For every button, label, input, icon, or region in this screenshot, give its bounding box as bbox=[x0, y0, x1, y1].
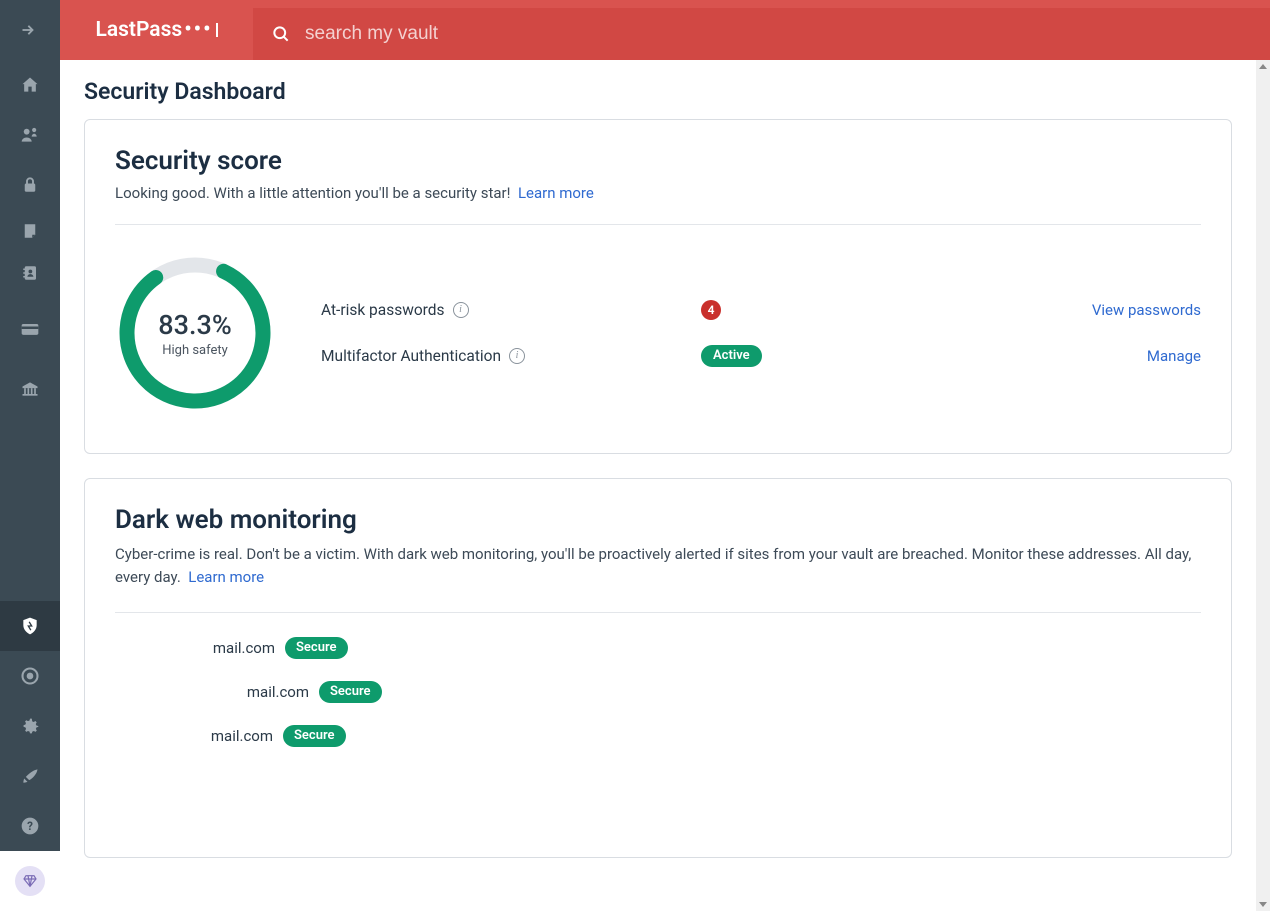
manage-mfa-link[interactable]: Manage bbox=[1147, 347, 1201, 365]
emergency-icon bbox=[20, 666, 40, 686]
sidebar-item-login[interactable] bbox=[0, 0, 60, 60]
sidebar-item-security-dashboard[interactable] bbox=[0, 601, 60, 651]
dark-web-learn-more-link[interactable]: Learn more bbox=[188, 568, 264, 586]
sidebar-item-rocket[interactable] bbox=[0, 751, 60, 801]
security-score-card: Security score Looking good. With a litt… bbox=[84, 119, 1232, 454]
monitored-email: mail.com bbox=[115, 727, 273, 745]
sidebar-item-premium[interactable] bbox=[0, 851, 60, 911]
security-shield-icon bbox=[20, 616, 40, 636]
dark-web-heading: Dark web monitoring bbox=[115, 505, 1201, 535]
dark-web-subtitle: Cyber-crime is real. Don't be a victim. … bbox=[115, 543, 1201, 590]
settings-icon bbox=[19, 715, 41, 737]
monitored-email: mail.com bbox=[115, 683, 309, 701]
email-status-badge: Secure bbox=[319, 681, 382, 703]
sidebar-item-share[interactable] bbox=[0, 110, 60, 160]
rocket-icon bbox=[20, 766, 40, 786]
divider bbox=[115, 224, 1201, 225]
sidebar-item-cards[interactable] bbox=[0, 304, 60, 354]
security-score-subtitle: Looking good. With a little attention yo… bbox=[115, 184, 1201, 202]
mfa-label: Multifactor Authentication bbox=[321, 347, 501, 365]
score-percent: 83.3% bbox=[158, 309, 231, 341]
monitored-email-row: mail.com Secure bbox=[115, 637, 1201, 659]
svg-text:?: ? bbox=[27, 819, 33, 833]
sidebar-item-home[interactable] bbox=[0, 60, 60, 110]
security-score-learn-more-link[interactable]: Learn more bbox=[518, 184, 594, 202]
help-icon: ? bbox=[20, 816, 40, 836]
dark-web-subtitle-text: Cyber-crime is real. Don't be a victim. … bbox=[115, 545, 1191, 586]
diamond-icon bbox=[22, 873, 38, 889]
sidebar-item-addresses[interactable] bbox=[0, 252, 60, 294]
view-passwords-link[interactable]: View passwords bbox=[1092, 301, 1201, 319]
search-bar[interactable] bbox=[253, 8, 1270, 60]
metric-mfa: Multifactor Authentication i Active Mana… bbox=[321, 344, 1201, 367]
at-risk-label: At-risk passwords bbox=[321, 301, 445, 319]
brand-dots: ••• bbox=[184, 18, 212, 42]
home-icon bbox=[20, 75, 40, 95]
brand-text: LastPass bbox=[95, 18, 182, 42]
search-icon bbox=[271, 24, 291, 44]
score-gauge: 83.3% High safety bbox=[115, 253, 275, 413]
score-rating: High safety bbox=[162, 343, 228, 358]
monitored-email: mail.com bbox=[115, 639, 275, 657]
share-icon bbox=[20, 125, 40, 145]
login-icon bbox=[20, 20, 40, 40]
at-risk-count-badge: 4 bbox=[701, 300, 721, 320]
monitored-email-row: mail.com Secure bbox=[115, 681, 1201, 703]
email-status-badge: Secure bbox=[283, 725, 346, 747]
email-status-badge: Secure bbox=[285, 637, 348, 659]
monitored-emails-list: mail.com Secure mail.com Secure mail.com… bbox=[115, 633, 1201, 747]
header: LastPass••• bbox=[60, 0, 1270, 60]
divider bbox=[115, 612, 1201, 613]
info-icon[interactable]: i bbox=[453, 302, 469, 318]
credit-card-icon bbox=[20, 319, 40, 339]
mfa-status-badge: Active bbox=[701, 345, 762, 367]
sidebar-item-notes[interactable] bbox=[0, 210, 60, 252]
note-icon bbox=[21, 222, 39, 240]
metric-at-risk: At-risk passwords i 4 View passwords bbox=[321, 299, 1201, 320]
address-book-icon bbox=[21, 264, 39, 282]
sidebar-item-bank[interactable] bbox=[0, 364, 60, 414]
info-icon[interactable]: i bbox=[509, 348, 525, 364]
sidebar-item-passwords[interactable] bbox=[0, 160, 60, 210]
lock-icon bbox=[21, 176, 39, 194]
bank-icon bbox=[20, 379, 40, 399]
sidebar-item-help[interactable]: ? bbox=[0, 801, 60, 851]
brand-cursor bbox=[216, 23, 218, 37]
main-content: Security Dashboard Security score Lookin… bbox=[60, 60, 1256, 911]
sidebar-item-emergency[interactable] bbox=[0, 651, 60, 701]
monitored-email-row: mail.com Secure bbox=[115, 725, 1201, 747]
dark-web-card: Dark web monitoring Cyber-crime is real.… bbox=[84, 478, 1232, 858]
search-input[interactable] bbox=[305, 23, 1252, 45]
sidebar: ? bbox=[0, 0, 60, 911]
security-score-subtitle-text: Looking good. With a little attention yo… bbox=[115, 184, 510, 202]
page-title: Security Dashboard bbox=[60, 60, 1256, 119]
sidebar-item-settings[interactable] bbox=[0, 701, 60, 751]
scrollbar[interactable] bbox=[1256, 60, 1270, 911]
security-score-heading: Security score bbox=[115, 146, 1201, 176]
brand-logo[interactable]: LastPass••• bbox=[60, 18, 253, 42]
